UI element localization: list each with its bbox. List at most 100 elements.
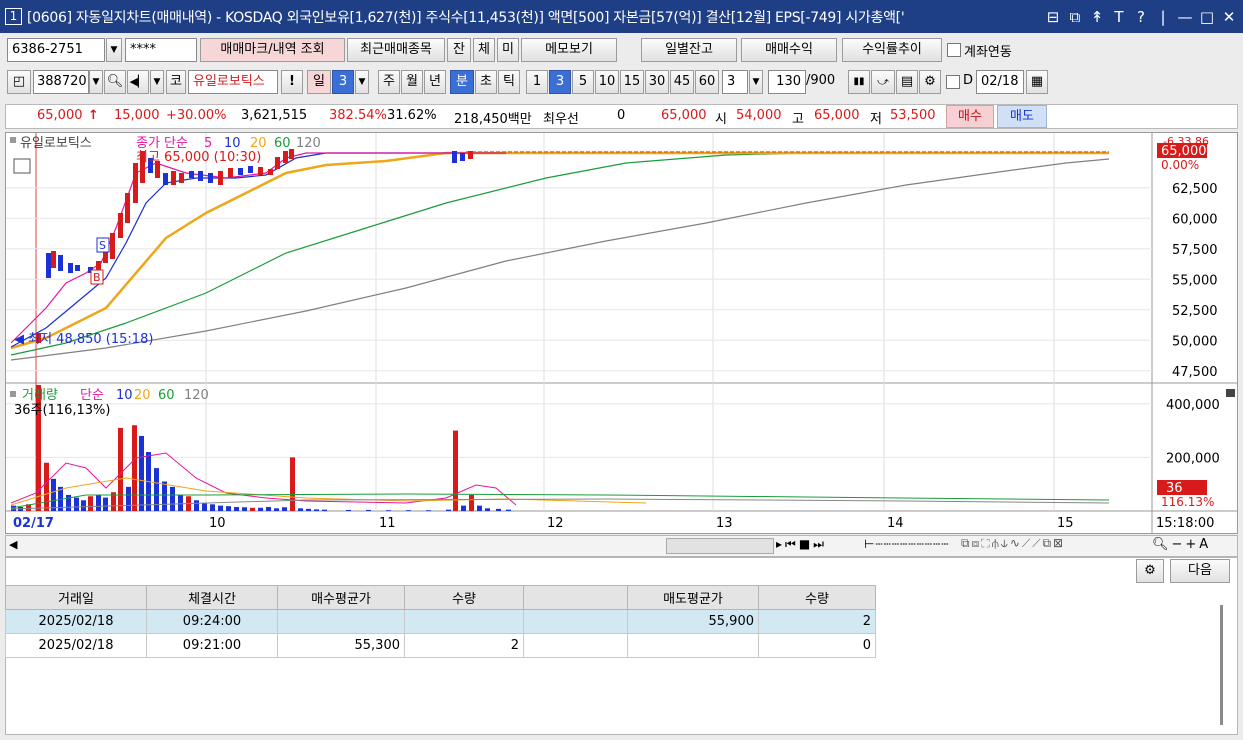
account-dropdown-icon[interactable]: ▼: [106, 38, 122, 62]
price-tick-label: 55,000: [1172, 273, 1218, 288]
period-45[interactable]: 45: [670, 70, 694, 94]
period-60[interactable]: 60: [695, 70, 719, 94]
candle: [283, 151, 288, 163]
volume-bar: [386, 510, 391, 511]
period-3[interactable]: 3: [549, 70, 571, 94]
volume-bar: [477, 505, 482, 511]
volume-bar: [406, 510, 411, 511]
account-link-checkbox[interactable]: [947, 43, 961, 57]
stock-code-input[interactable]: 388720: [33, 70, 89, 94]
table-scrollbar[interactable]: [1220, 605, 1223, 725]
volume-bar: [210, 504, 215, 511]
chart-area[interactable]: 02/17 10 11 12 13 14 15 62,500 60,000 57,500 55,00…: [5, 132, 1238, 534]
candle: [268, 169, 273, 175]
title-bar: 1 [0606] 자동일지차트(매매내역) - KOSDAQ 외국인보유[1,6…: [0, 0, 1243, 33]
zoom-icons[interactable]: 🔍︎−+A: [1152, 537, 1211, 552]
sell-button[interactable]: 매도: [997, 105, 1047, 128]
x-tick-label: 13: [716, 516, 733, 531]
weekly-tab[interactable]: 주: [378, 70, 400, 94]
volume-bar: [322, 509, 327, 511]
chart-type-icon[interactable]: ◰: [7, 70, 31, 94]
cell-sell-avg: 55,900: [627, 609, 759, 634]
second-tab[interactable]: 초: [475, 70, 497, 94]
calendar-icon[interactable]: ▦: [1026, 70, 1048, 94]
period-15[interactable]: 15: [620, 70, 644, 94]
unit-dropdown-icon[interactable]: ▼: [749, 70, 763, 94]
settings-gear-icon[interactable]: ⚙: [1136, 559, 1164, 583]
market-button[interactable]: 코: [166, 70, 186, 94]
minimize-icon[interactable]: —: [1177, 8, 1193, 26]
yearly-tab[interactable]: 년: [424, 70, 446, 94]
scroll-left-icon[interactable]: ◀: [9, 538, 17, 551]
volume-bar: [162, 481, 167, 511]
low-price: 53,500: [890, 108, 936, 123]
daily-dropdown-icon[interactable]: ▼: [355, 70, 369, 94]
close-icon[interactable]: ✕: [1221, 8, 1237, 26]
font-icon[interactable]: T: [1111, 8, 1127, 26]
daily-count[interactable]: 3: [332, 70, 354, 94]
maximize-icon[interactable]: □: [1199, 8, 1215, 26]
table-row[interactable]: 2025/02/18 09:24:00 55,900 2: [5, 609, 876, 634]
password-input[interactable]: ****: [125, 38, 197, 62]
tile-icon[interactable]: ⊟: [1045, 8, 1061, 26]
table-row[interactable]: 2025/02/18 09:21:00 55,300 2 0: [5, 633, 876, 658]
gear-icon[interactable]: ⚙: [919, 70, 941, 94]
recent-stocks-button[interactable]: 최근매매종목: [347, 38, 445, 62]
pin-icon[interactable]: ↟: [1089, 8, 1105, 26]
candle: [238, 168, 243, 175]
candle: [460, 153, 465, 161]
trade-profit-button[interactable]: 매매수익: [741, 38, 837, 62]
drawing-tools-icons[interactable]: ⧉⧈⛶⫛⫝∿⟋⟋⧉⊠: [961, 536, 1065, 551]
high-price: 65,000: [814, 108, 860, 123]
period-10[interactable]: 10: [595, 70, 619, 94]
jan-button[interactable]: 잔: [447, 38, 471, 62]
cell-blank: [523, 633, 628, 658]
next-button[interactable]: 다음: [1170, 559, 1230, 583]
daily-balance-button[interactable]: 일별잔고: [641, 38, 737, 62]
mark-history-button[interactable]: 매매마크/내역 조회: [200, 38, 345, 62]
unit-input[interactable]: 3: [722, 70, 748, 94]
scroll-thumb[interactable]: [666, 538, 774, 554]
date-input[interactable]: 02/18: [976, 70, 1024, 94]
header-blank: [523, 585, 628, 610]
x-tick-label: 10: [209, 516, 226, 531]
memo-button[interactable]: 메모보기: [521, 38, 617, 62]
period-5[interactable]: 5: [572, 70, 594, 94]
quote-bar: 65,000 ↑ 15,000 +30.00% 3,621,515 382.54…: [5, 104, 1238, 129]
speaker-dropdown-icon[interactable]: ▼: [150, 70, 164, 94]
playback-icons[interactable]: ▸⏮■⏭: [776, 537, 827, 552]
cascade-icon[interactable]: ⧉: [1067, 8, 1083, 26]
code-dropdown-icon[interactable]: ▼: [89, 70, 103, 94]
open-price: 54,000: [736, 108, 782, 123]
separator-icon: |: [1160, 7, 1166, 26]
period-1[interactable]: 1: [526, 70, 548, 94]
buy-button[interactable]: 매수: [946, 105, 994, 128]
candle: [248, 166, 253, 173]
monthly-tab[interactable]: 월: [401, 70, 423, 94]
date-checkbox[interactable]: [946, 75, 960, 89]
tick-tab[interactable]: 틱: [498, 70, 520, 94]
search-icon[interactable]: 🔍︎: [104, 70, 126, 94]
chart-scrollbar[interactable]: ◀ ▸⏮■⏭ ⊢┄┄┄┄┄┄┄┄┄ ⧉⧈⛶⫛⫝∿⟋⟋⧉⊠ 🔍︎−+A: [5, 535, 1238, 557]
zoom-slider-icon[interactable]: ⊢┄┄┄┄┄┄┄┄┄: [864, 537, 949, 551]
che-button[interactable]: 체: [473, 38, 495, 62]
volume-bar: [314, 509, 319, 511]
help-icon[interactable]: ?: [1133, 8, 1149, 26]
save-icon[interactable]: ▤: [896, 70, 918, 94]
price-volume-chart[interactable]: 02/17 10 11 12 13 14 15 62,500 60,000 57,500 55,00…: [6, 133, 1237, 533]
vol-last-tag: 36: [1166, 481, 1183, 496]
account-input[interactable]: 6386-2751: [7, 38, 105, 62]
candle-tool-icon[interactable]: ▮▮: [848, 70, 870, 94]
line-tool-icon[interactable]: ⤻: [871, 70, 895, 94]
speaker-icon[interactable]: ◀▏: [127, 70, 149, 94]
cell-time: 09:21:00: [146, 633, 278, 658]
period-30[interactable]: 30: [645, 70, 669, 94]
minute-tab[interactable]: 분: [450, 70, 474, 94]
profit-trend-button[interactable]: 수익률추이: [842, 38, 942, 62]
volume-bar: [51, 478, 56, 511]
mi-button[interactable]: 미: [497, 38, 519, 62]
daily-tab[interactable]: 일: [307, 70, 331, 94]
count-input[interactable]: 130: [768, 70, 806, 94]
alert-button[interactable]: !: [281, 70, 303, 94]
header-sell-avg: 매도평균가: [627, 585, 759, 610]
